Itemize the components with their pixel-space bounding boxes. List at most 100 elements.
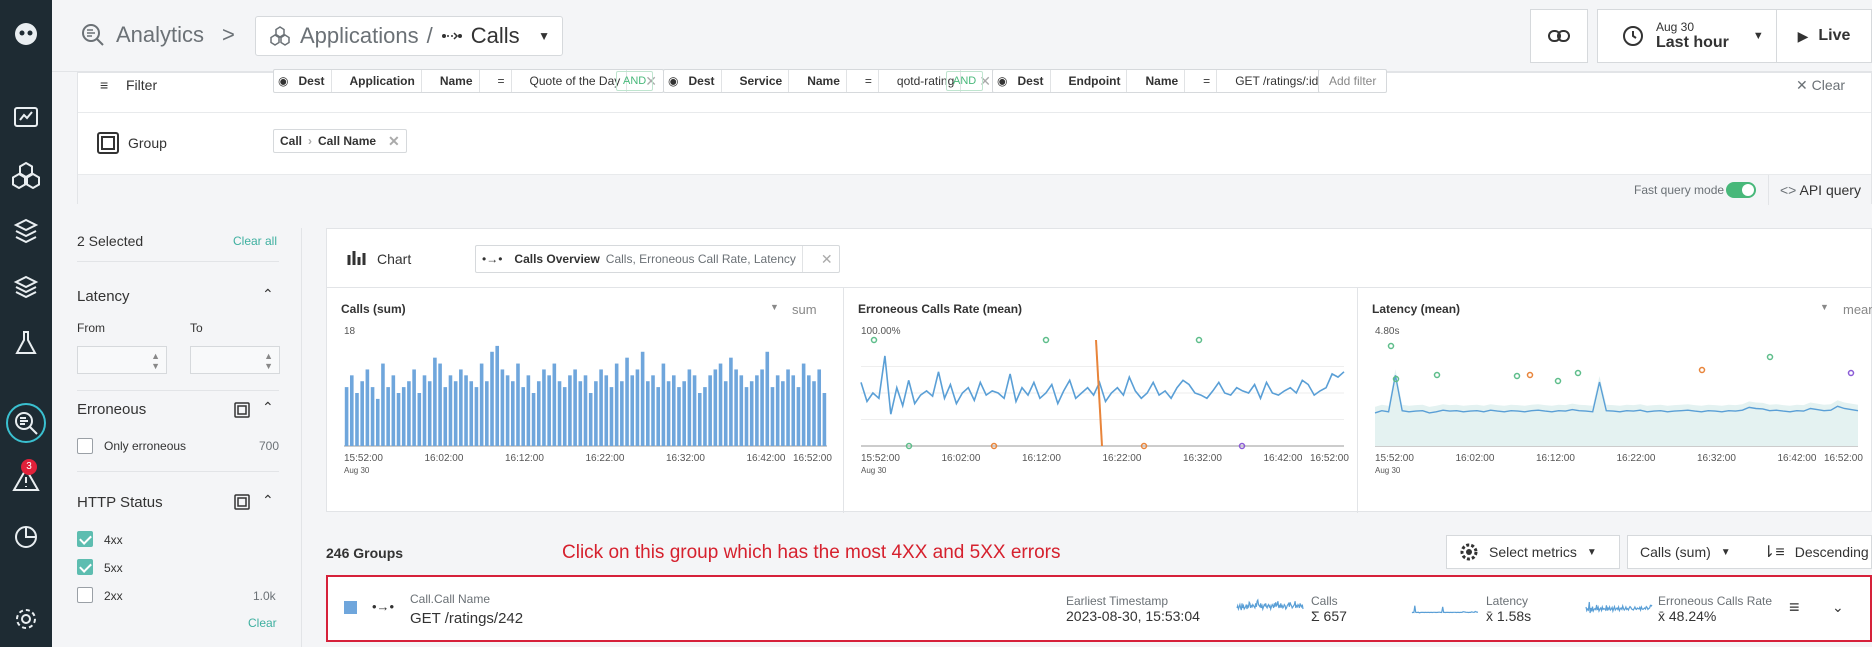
filter-lines-icon[interactable]: ≡ — [1789, 597, 1800, 618]
calls-bar — [687, 369, 692, 446]
calls-bar — [703, 387, 707, 446]
close-icon[interactable]: ✕ — [382, 133, 406, 150]
x-tick-label: 16:22:00 — [1617, 453, 1656, 464]
x-tick-label: 16:42:00 — [1778, 453, 1817, 464]
sort-order-button[interactable]: ⇂≡ Descending — [1750, 535, 1872, 569]
calls-bar — [781, 381, 785, 446]
entity-selector[interactable]: Applications / Calls ▼ — [255, 16, 563, 56]
latency-from-input[interactable]: ▲ ▼ — [77, 346, 167, 374]
api-query-button[interactable]: <> API query — [1780, 182, 1861, 198]
chip-prop: Name — [1145, 74, 1179, 88]
filter-icon: ≡ — [100, 77, 109, 93]
layers-icon[interactable] — [6, 267, 46, 307]
latency-to-input[interactable]: ▲ ▼ — [190, 346, 280, 374]
settings-gear-icon[interactable] — [6, 599, 46, 639]
calls-bar — [807, 375, 811, 446]
error-rate-series-line — [860, 355, 1345, 415]
play-icon: ▶ — [1797, 27, 1809, 44]
chevron-up-icon[interactable]: ⌃ — [262, 286, 274, 303]
applications-icon[interactable] — [6, 154, 46, 194]
calls-bar — [661, 363, 666, 446]
infrastructure-icon[interactable] — [6, 211, 46, 251]
error-rate-metric-label: Erroneous Calls Rate — [1658, 594, 1773, 608]
path-separator: / — [426, 23, 433, 48]
status-4xx-checkbox[interactable] — [77, 531, 93, 547]
panel-aggregation[interactable]: sum — [792, 302, 817, 317]
chevron-down-icon[interactable]: ▼ — [770, 302, 779, 312]
x-tick-label: 16:32:00 — [1183, 453, 1222, 464]
live-button[interactable]: ▶ Live — [1776, 9, 1872, 63]
error-rate-sparkline — [1585, 601, 1653, 614]
calls-bar — [801, 363, 806, 446]
chip-dir: Dest — [298, 74, 325, 88]
x-tick-label: 16:02:00 — [1456, 453, 1495, 464]
only-erroneous-checkbox[interactable] — [77, 438, 93, 454]
clear-all-link[interactable]: Clear all — [233, 234, 277, 248]
calls-bar — [344, 387, 349, 446]
group-chip-call-name[interactable]: Call › Call Name ✕ — [273, 129, 407, 153]
chip-dir: Dest — [688, 74, 715, 88]
and-operator[interactable]: AND — [946, 71, 984, 91]
calls-bar — [536, 381, 541, 446]
status-5xx-checkbox[interactable] — [77, 559, 93, 575]
group-row-ratings-242[interactable]: •→• Call.Call Name GET /ratings/242 Earl… — [326, 575, 1872, 642]
x-tick-label: 15:52:00 — [1375, 453, 1414, 464]
and-operator[interactable]: AND — [616, 71, 654, 91]
select-metrics-button[interactable]: Select metrics ▼ — [1446, 535, 1620, 569]
calls-bar — [708, 375, 712, 446]
expand-chevron-icon[interactable]: ⌄ — [1832, 599, 1844, 616]
calls-bar — [666, 381, 671, 446]
calls-bar — [375, 398, 380, 446]
calls-bar — [723, 381, 728, 446]
group-by-icon[interactable] — [234, 402, 250, 418]
stepper-icon: ▲ ▼ — [151, 351, 160, 371]
chevron-up-icon[interactable]: ⌃ — [262, 492, 274, 509]
filter-chip-endpoint[interactable]: ◉ Dest Endpoint Name = GET /ratings/:id … — [992, 69, 1363, 93]
calls-bar — [770, 387, 775, 446]
pipeline-icon[interactable] — [6, 517, 46, 557]
monitor-icon[interactable] — [6, 98, 46, 138]
x-tick-label: 16:02:00 — [425, 453, 464, 464]
status-2xx-checkbox[interactable] — [77, 587, 93, 603]
logo-icon[interactable] — [6, 14, 46, 54]
calls-bar — [775, 375, 780, 446]
panel-aggregation[interactable]: mean — [1843, 302, 1872, 317]
filter-label: Filter — [126, 77, 158, 93]
calls-bar — [396, 393, 401, 446]
calls-bar — [526, 375, 531, 446]
chevron-up-icon[interactable]: ⌃ — [262, 399, 274, 416]
add-filter-button[interactable]: Add filter — [1318, 69, 1388, 93]
clear-filters-button[interactable]: ✕ Clear — [1796, 77, 1845, 94]
fast-query-toggle[interactable] — [1726, 182, 1756, 198]
breadcrumb-chevron-icon: > — [222, 22, 235, 47]
clear-status-link[interactable]: Clear — [248, 616, 277, 630]
chip-entity: Endpoint — [1068, 74, 1121, 88]
share-link-button[interactable] — [1530, 9, 1588, 63]
analytics-nav-icon[interactable] — [6, 403, 46, 443]
chart-overview-chip[interactable]: •→• Calls Overview Calls, Erroneous Call… — [475, 245, 840, 273]
chevron-down-icon[interactable]: ▼ — [1820, 302, 1829, 312]
calls-bar — [755, 375, 759, 446]
applications-label: Applications — [300, 23, 419, 48]
breadcrumb-analytics-label: Analytics — [116, 22, 205, 47]
lab-flask-icon[interactable] — [6, 323, 46, 363]
latency-line-chart: 4.80s 15:52:00 16:02:00 16:12:00 16:22:00 16… — [1374, 326, 1863, 475]
calls-bar — [443, 387, 448, 446]
panel-title: Latency (mean) — [1372, 302, 1461, 316]
latency-marker — [1554, 377, 1562, 385]
calls-bar — [729, 357, 733, 446]
sort-metric-select[interactable]: Calls (sum) ▼ — [1627, 535, 1751, 569]
time-range-picker[interactable]: Aug 30 Last hour ▼ — [1597, 9, 1777, 63]
status-4xx-label: 4xx — [104, 533, 123, 547]
chip-dir: Dest — [1017, 74, 1044, 88]
breadcrumb-analytics[interactable]: Analytics — [80, 22, 204, 48]
close-icon[interactable]: ✕ — [815, 251, 839, 268]
calls-bar — [609, 387, 614, 446]
calls-bar — [386, 387, 390, 446]
erroneous-heading: Erroneous — [77, 401, 147, 418]
error-rate-marker — [1042, 336, 1050, 344]
group-by-icon[interactable] — [234, 494, 250, 510]
calls-bar — [490, 351, 494, 446]
latency-metric-value: x̄ 1.58s — [1486, 608, 1532, 624]
filter-chip-application[interactable]: ◉ Dest Application Name = Quote of the D… — [273, 69, 665, 93]
